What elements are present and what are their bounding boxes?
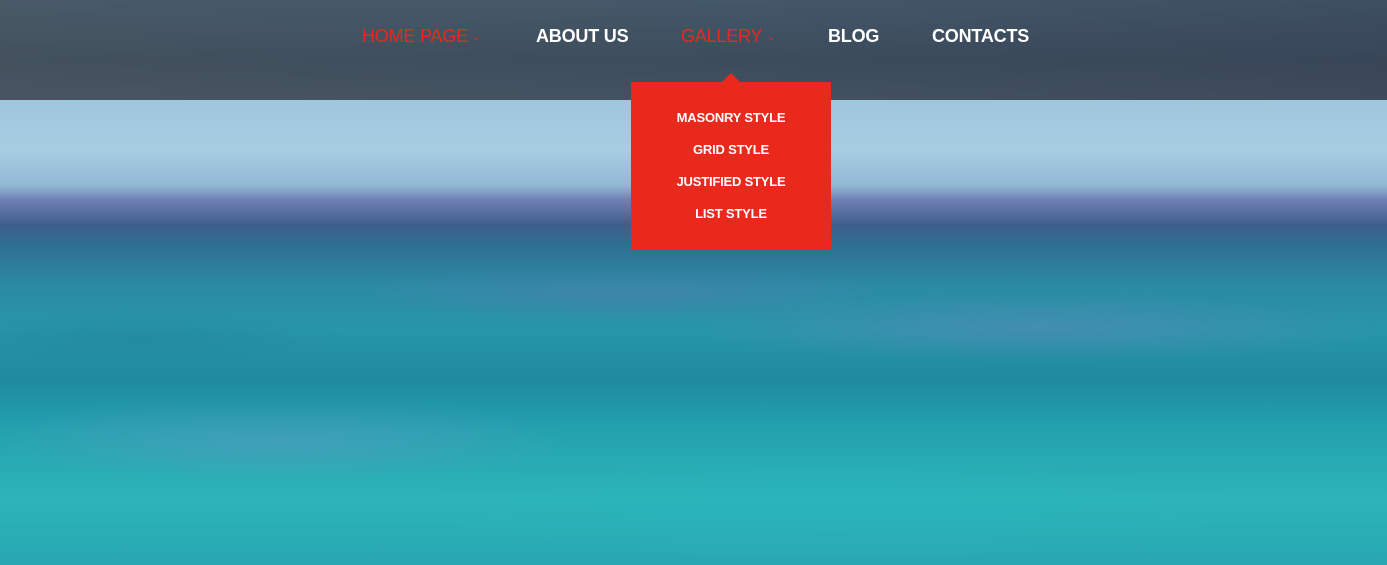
- nav-item-label: BLOG: [828, 26, 880, 46]
- dropdown-item-justified-style[interactable]: JUSTIFIED STYLE: [631, 172, 831, 204]
- nav-item-about-us[interactable]: ABOUT US: [536, 24, 629, 48]
- nav-item-label: HOME PAGE: [362, 26, 468, 46]
- dropdown-caret-icon: [722, 73, 740, 82]
- dropdown-item-list-style[interactable]: LIST STYLE: [631, 204, 831, 236]
- nav-item-home-page[interactable]: HOME PAGE ⌄: [362, 24, 481, 48]
- nav-item-label: GALLERY: [681, 26, 763, 46]
- nav-item-label: ABOUT US: [536, 26, 629, 46]
- nav-item-blog[interactable]: BLOG: [828, 24, 879, 48]
- gallery-dropdown-menu: MASONRY STYLE GRID STYLE JUSTIFIED STYLE…: [631, 82, 831, 250]
- nav-item-gallery[interactable]: GALLERY ⌄: [681, 24, 776, 48]
- dropdown-item-grid-style[interactable]: GRID STYLE: [631, 140, 831, 172]
- chevron-down-icon: ⌄: [766, 31, 776, 44]
- nav-item-contacts[interactable]: CONTACTS: [932, 24, 1029, 48]
- dropdown-list: MASONRY STYLE GRID STYLE JUSTIFIED STYLE…: [631, 108, 831, 236]
- chevron-down-icon: ⌄: [471, 31, 481, 44]
- main-navigation: HOME PAGE ⌄ ABOUT US GALLERY ⌄ BLOG CONTAC…: [0, 24, 1387, 48]
- nav-item-label: CONTACTS: [932, 26, 1030, 46]
- dropdown-item-masonry-style[interactable]: MASONRY STYLE: [631, 108, 831, 140]
